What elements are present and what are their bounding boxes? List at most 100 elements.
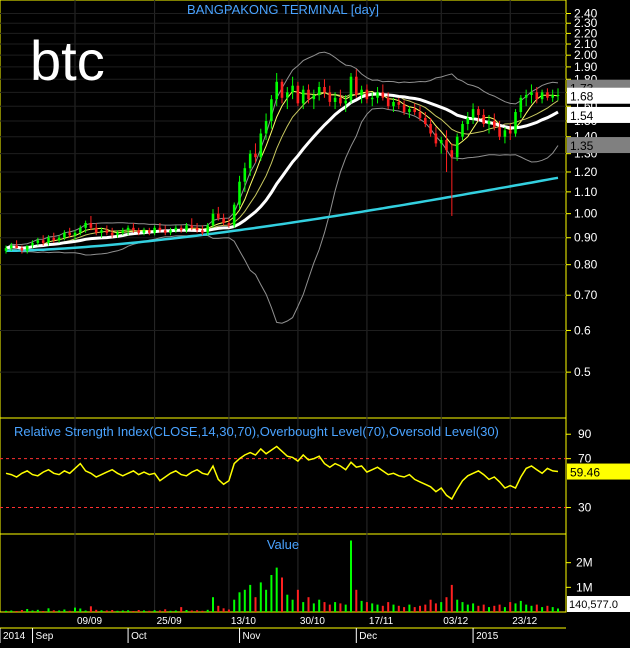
candle-body — [79, 227, 82, 233]
volume-bar — [233, 599, 236, 612]
candle-body — [158, 227, 162, 231]
date-label: 17/11 — [369, 616, 394, 627]
volume-bar — [434, 603, 437, 612]
candle-body — [20, 248, 24, 251]
candle-body — [63, 232, 66, 238]
volume-bar — [557, 608, 559, 612]
candle-body — [121, 230, 125, 233]
volume-bar — [381, 605, 384, 612]
volume-bar — [461, 602, 464, 612]
candle-body — [41, 240, 45, 243]
volume-bar — [79, 608, 82, 612]
volume-bar — [323, 602, 326, 612]
candle-body — [296, 85, 300, 104]
candle-body — [323, 87, 326, 93]
volume-bar — [180, 607, 183, 612]
price-tick-label: 0.70 — [574, 288, 598, 302]
candle-body — [206, 225, 209, 233]
volume-bar — [334, 602, 337, 612]
candle-body — [408, 109, 411, 112]
price-tick-label: 1.00 — [574, 207, 598, 221]
candle-body — [132, 227, 135, 231]
volume-bar — [535, 604, 538, 612]
last-close-value: 1.68 — [570, 90, 594, 104]
candle-body — [551, 95, 554, 98]
candle-body — [195, 227, 199, 231]
candle-body — [519, 97, 523, 112]
volume-bar — [238, 592, 241, 612]
volume-bar — [52, 610, 55, 612]
candle-body — [248, 153, 252, 169]
volume-bar — [281, 577, 283, 612]
volume-bar — [519, 600, 522, 612]
volume-bar — [174, 610, 177, 612]
volume-bar — [68, 610, 71, 612]
period-label: Sep — [36, 631, 54, 642]
candle-body — [429, 124, 432, 134]
volume-value-label: 140,577.0 — [569, 599, 618, 611]
candle-body — [503, 130, 507, 137]
volume-bar — [265, 589, 268, 612]
volume-bar — [58, 610, 61, 612]
price-tick-label: 0.80 — [574, 258, 598, 272]
lower-band-value: 1.35 — [570, 139, 594, 153]
volume-bar — [530, 605, 533, 612]
volume-bar — [546, 605, 549, 612]
volume-bar — [466, 604, 469, 612]
volume-bar — [450, 584, 453, 612]
volume-bar — [164, 609, 167, 612]
volume-bar — [392, 604, 395, 612]
candle-body — [280, 81, 284, 98]
volume-bar — [26, 609, 29, 612]
date-label: 03/12 — [443, 616, 468, 627]
candle-body — [243, 168, 247, 182]
candle-body — [301, 89, 305, 104]
candle-body — [211, 213, 215, 226]
candle-body — [10, 245, 13, 249]
volume-bar — [185, 610, 188, 612]
candle-body — [392, 102, 395, 107]
volume-tick-label: 2M — [576, 556, 593, 570]
volume-bar — [47, 608, 50, 612]
volume-bar — [116, 610, 119, 612]
candle-body — [386, 97, 390, 107]
candle-body — [370, 97, 374, 100]
volume-bar — [525, 604, 528, 612]
candle-body — [137, 230, 140, 233]
candle-body — [73, 232, 77, 236]
volume-bar — [148, 610, 151, 612]
candle-body — [94, 227, 98, 233]
candle-body — [493, 121, 496, 128]
candle-body — [222, 218, 225, 223]
volume-bar — [509, 602, 512, 612]
candle-body — [498, 127, 501, 137]
period-label: Dec — [359, 631, 377, 642]
candle-body — [254, 153, 257, 158]
candle-body — [275, 81, 278, 100]
period-label: 2014 — [3, 631, 26, 642]
candle-body — [455, 136, 459, 158]
volume-bar — [105, 610, 108, 612]
volume-bar — [121, 610, 124, 612]
volume-bar — [477, 605, 480, 612]
rsi-value-label: 59.46 — [570, 466, 600, 480]
candle-body — [466, 117, 470, 124]
candle-body — [116, 232, 119, 236]
volume-bar — [63, 609, 66, 612]
candle-body — [487, 121, 491, 125]
volume-bar — [153, 610, 156, 612]
volume-bar — [15, 611, 18, 612]
candle-body — [514, 112, 517, 134]
volume-bar — [270, 575, 273, 612]
volume-bar — [482, 604, 485, 612]
period-label: 2015 — [476, 631, 499, 642]
candle-body — [434, 133, 438, 144]
volume-bar — [445, 597, 448, 612]
volume-bar — [10, 610, 13, 612]
rsi-tick-label: 30 — [578, 501, 592, 515]
volume-bar — [111, 610, 114, 612]
candle-body — [68, 232, 71, 236]
volume-bar — [408, 604, 411, 612]
volume-bar — [201, 610, 204, 612]
candle-body — [461, 124, 464, 137]
